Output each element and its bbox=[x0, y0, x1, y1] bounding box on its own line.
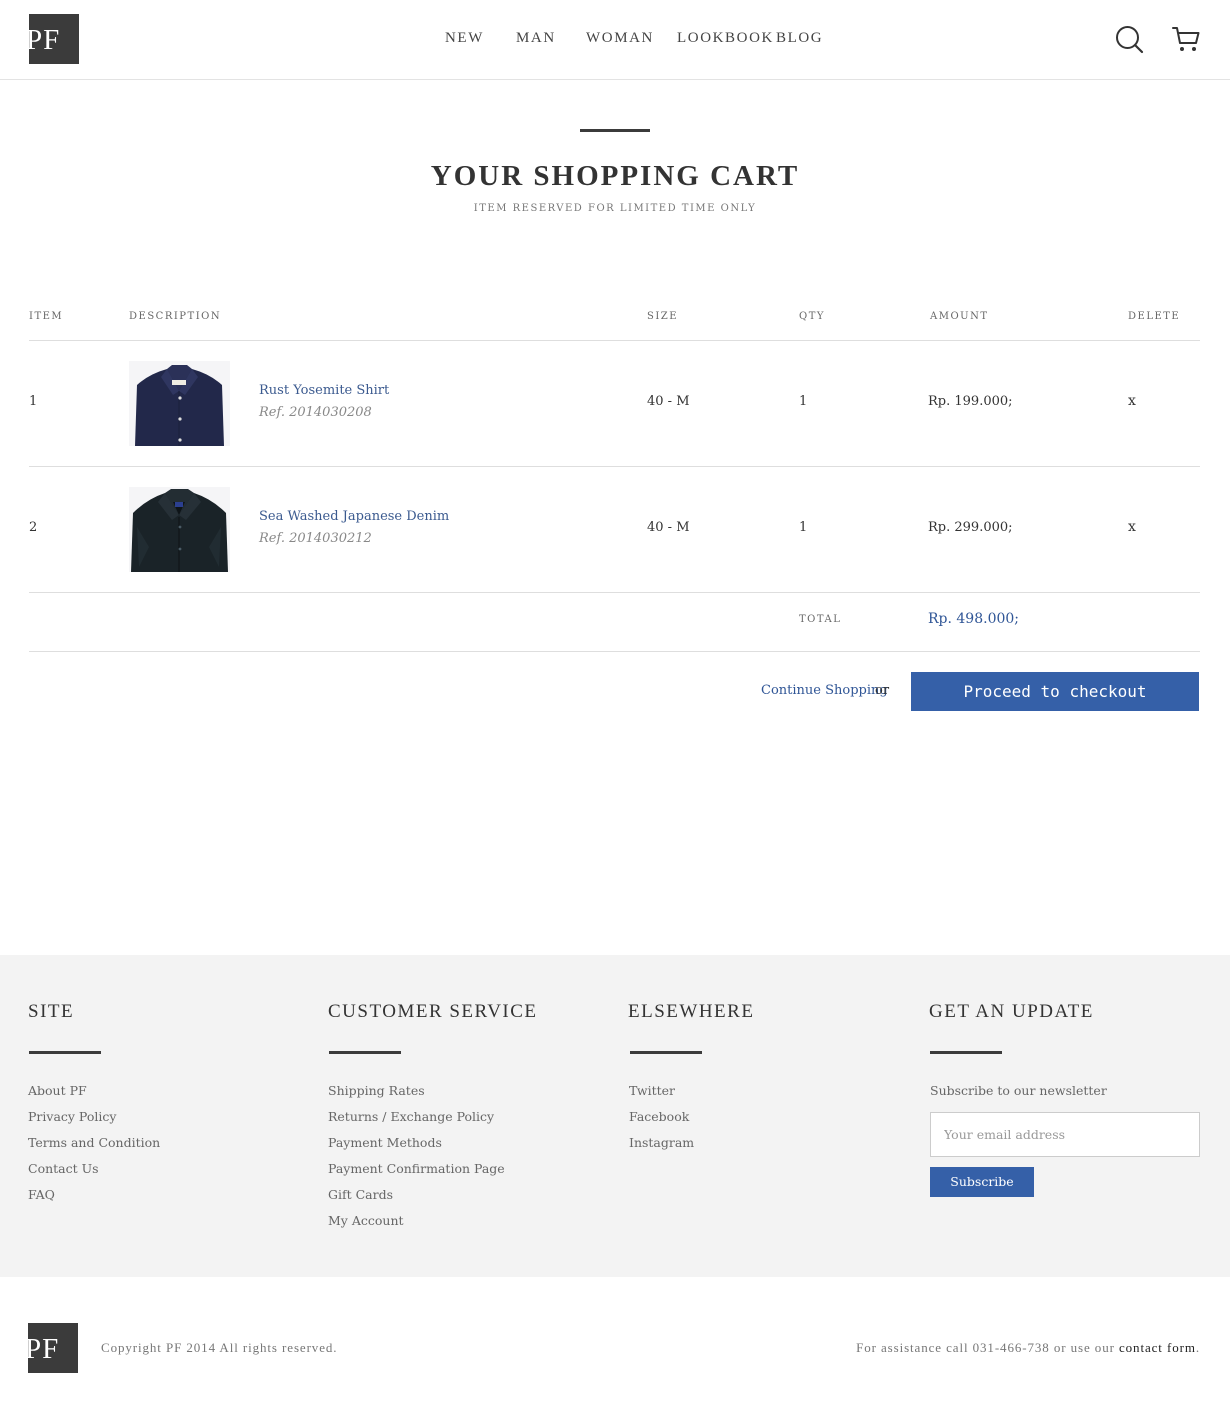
search-icon[interactable] bbox=[1115, 25, 1145, 55]
newsletter-text: Subscribe to our newsletter bbox=[930, 1083, 1107, 1098]
nav-man[interactable]: MAN bbox=[516, 30, 556, 47]
item-amount: Rp. 299.000; bbox=[928, 520, 1013, 535]
item-index: 1 bbox=[29, 394, 38, 409]
item-amount: Rp. 199.000; bbox=[928, 394, 1013, 409]
footer-link-contact[interactable]: Contact Us bbox=[28, 1161, 99, 1176]
assistance-label: For assistance call 031-466-738 or use o… bbox=[856, 1340, 1119, 1355]
footer-link-facebook[interactable]: Facebook bbox=[629, 1109, 689, 1124]
page-subtitle: ITEM RESERVED FOR LIMITED TIME ONLY bbox=[473, 203, 757, 214]
email-field[interactable] bbox=[930, 1112, 1200, 1157]
title-divider bbox=[580, 129, 650, 132]
column-header-delete: DELETE bbox=[1128, 311, 1181, 322]
table-divider bbox=[29, 340, 1200, 341]
footer-link-instagram[interactable]: Instagram bbox=[629, 1135, 694, 1150]
footer-link-gift-cards[interactable]: Gift Cards bbox=[328, 1187, 393, 1202]
column-header-qty: QTY bbox=[799, 311, 825, 322]
item-index: 2 bbox=[29, 520, 38, 535]
table-divider bbox=[29, 592, 1200, 593]
footer-divider bbox=[630, 1051, 702, 1054]
footer-site-title: SITE bbox=[28, 1001, 75, 1022]
product-ref: Ref. 2014030212 bbox=[259, 531, 372, 546]
footer-divider bbox=[329, 1051, 401, 1054]
copyright-text: Copyright PF 2014 All rights reserved. bbox=[101, 1340, 338, 1355]
footer-divider bbox=[930, 1051, 1002, 1054]
page-title: YOUR SHOPPING CART bbox=[430, 160, 800, 192]
footer-divider bbox=[29, 1051, 101, 1054]
item-size: 40 - M bbox=[647, 394, 690, 409]
product-thumbnail[interactable] bbox=[129, 361, 230, 446]
product-ref: Ref. 2014030208 bbox=[259, 405, 372, 420]
footer-link-about[interactable]: About PF bbox=[28, 1083, 87, 1098]
footer-elsewhere-title: ELSEWHERE bbox=[628, 1001, 755, 1022]
logo-text: PF bbox=[28, 1333, 60, 1365]
assistance-end: . bbox=[1195, 1340, 1200, 1355]
nav-lookbook[interactable]: LOOKBOOK bbox=[677, 30, 774, 47]
or-text: or bbox=[875, 683, 890, 698]
proceed-to-checkout-button[interactable]: Proceed to checkout bbox=[911, 672, 1199, 711]
header-logo[interactable]: PF bbox=[29, 14, 79, 64]
footer-customer-service-title: CUSTOMER SERVICE bbox=[328, 1001, 538, 1022]
total-value: Rp. 498.000; bbox=[928, 611, 1020, 627]
continue-shopping-link[interactable]: Continue Shopping bbox=[761, 683, 888, 698]
product-thumbnail[interactable] bbox=[129, 487, 230, 572]
assistance-text: For assistance call 031-466-738 or use o… bbox=[856, 1340, 1200, 1356]
footer-logo[interactable]: PF bbox=[28, 1323, 78, 1373]
nav-blog[interactable]: BLOG bbox=[776, 30, 823, 47]
footer-link-privacy[interactable]: Privacy Policy bbox=[28, 1109, 116, 1124]
footer-link-twitter[interactable]: Twitter bbox=[629, 1083, 675, 1098]
column-header-item: ITEM bbox=[29, 311, 64, 322]
site-header: PF NEW MAN WOMAN LOOKBOOK BLOG bbox=[0, 0, 1230, 80]
product-name-link[interactable]: Rust Yosemite Shirt bbox=[259, 383, 389, 398]
logo-text: PF bbox=[29, 24, 61, 56]
nav-new[interactable]: NEW bbox=[445, 30, 484, 47]
item-size: 40 - M bbox=[647, 520, 690, 535]
delete-item-button[interactable]: x bbox=[1128, 393, 1136, 409]
delete-item-button[interactable]: x bbox=[1128, 519, 1136, 535]
footer-link-payment-confirmation[interactable]: Payment Confirmation Page bbox=[328, 1161, 505, 1176]
table-divider bbox=[29, 651, 1200, 652]
table-divider bbox=[29, 466, 1200, 467]
cart-icon[interactable] bbox=[1172, 26, 1202, 54]
product-name-link[interactable]: Sea Washed Japanese Denim bbox=[259, 509, 449, 524]
column-header-amount: AMOUNT bbox=[930, 311, 989, 322]
footer-link-my-account[interactable]: My Account bbox=[328, 1213, 404, 1228]
footer-link-terms[interactable]: Terms and Condition bbox=[28, 1135, 160, 1150]
footer-update-title: GET AN UPDATE bbox=[929, 1001, 1094, 1022]
footer-link-faq[interactable]: FAQ bbox=[28, 1187, 55, 1202]
footer-link-shipping[interactable]: Shipping Rates bbox=[328, 1083, 425, 1098]
footer-link-returns[interactable]: Returns / Exchange Policy bbox=[328, 1109, 494, 1124]
subscribe-button[interactable]: Subscribe bbox=[930, 1167, 1034, 1197]
nav-woman[interactable]: WOMAN bbox=[586, 30, 654, 47]
contact-form-link[interactable]: contact form bbox=[1119, 1340, 1196, 1355]
column-header-description: DESCRIPTION bbox=[129, 311, 222, 322]
item-qty[interactable]: 1 bbox=[799, 520, 807, 535]
item-qty[interactable]: 1 bbox=[799, 394, 807, 409]
footer-link-payment-methods[interactable]: Payment Methods bbox=[328, 1135, 442, 1150]
total-label: TOTAL bbox=[799, 614, 842, 625]
column-header-size: SIZE bbox=[647, 311, 679, 322]
